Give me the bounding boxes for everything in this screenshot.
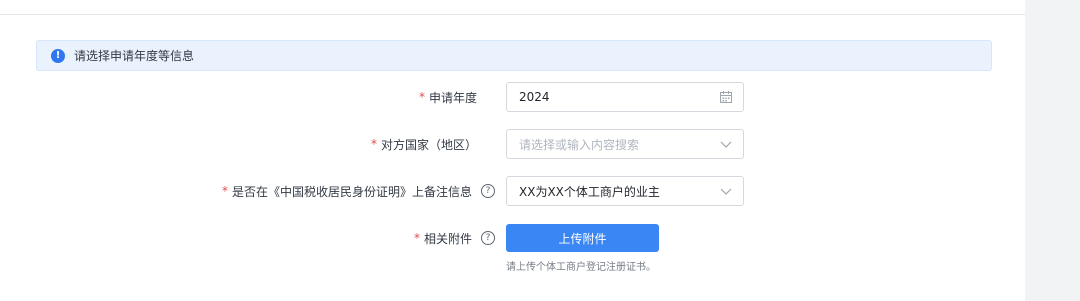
country-row: * 对方国家（地区） 请选择或输入内容搜索 (0, 129, 1025, 161)
attachment-hint: 请上传个体工商户登记注册证书。 (506, 262, 656, 273)
help-icon[interactable]: ? (481, 184, 495, 198)
notice-text: 请选择申请年度等信息 (74, 49, 195, 63)
required-mark: * (413, 231, 420, 245)
info-notice: ! 请选择申请年度等信息 (36, 40, 992, 71)
country-label-text: 对方国家（地区） (380, 137, 477, 152)
year-label: * 申请年度 (419, 82, 477, 112)
attachment-label-text: 相关附件 (423, 231, 472, 246)
attachment-label: * 相关附件 ? (414, 224, 495, 252)
country-select[interactable]: 请选择或输入内容搜索 (506, 129, 744, 159)
country-label: * 对方国家（地区） (371, 129, 477, 159)
help-icon[interactable]: ? (481, 231, 495, 245)
chevron-down-icon[interactable] (719, 184, 733, 198)
remark-label-text: 是否在《中国税收居民身份证明》上备注信息 (231, 184, 472, 199)
required-mark: * (418, 90, 425, 104)
form-panel: ! 请选择申请年度等信息 * 申请年度 2024 * 对方国家（地区） 请选择或… (0, 0, 1025, 301)
remark-value: XX为XX个体工商户的业主 (519, 184, 660, 199)
attachment-row: * 相关附件 ? 上传附件 请上传个体工商户登记注册证书。 (0, 224, 1025, 274)
info-icon: ! (51, 48, 65, 63)
calendar-icon[interactable] (719, 90, 733, 104)
remark-row: * 是否在《中国税收居民身份证明》上备注信息 ? XX为XX个体工商户的业主 (0, 176, 1025, 208)
top-divider (0, 14, 1025, 15)
chevron-down-icon[interactable] (719, 137, 733, 151)
year-label-text: 申请年度 (428, 90, 477, 105)
year-date-picker[interactable]: 2024 (506, 82, 744, 112)
year-value: 2024 (519, 90, 550, 104)
remark-label: * 是否在《中国税收居民身份证明》上备注信息 ? (222, 176, 495, 206)
upload-attachment-button[interactable]: 上传附件 (506, 224, 659, 252)
year-row: * 申请年度 2024 (0, 82, 1025, 114)
remark-select[interactable]: XX为XX个体工商户的业主 (506, 176, 744, 206)
required-mark: * (221, 184, 228, 198)
country-placeholder: 请选择或输入内容搜索 (519, 137, 640, 152)
required-mark: * (370, 137, 377, 151)
